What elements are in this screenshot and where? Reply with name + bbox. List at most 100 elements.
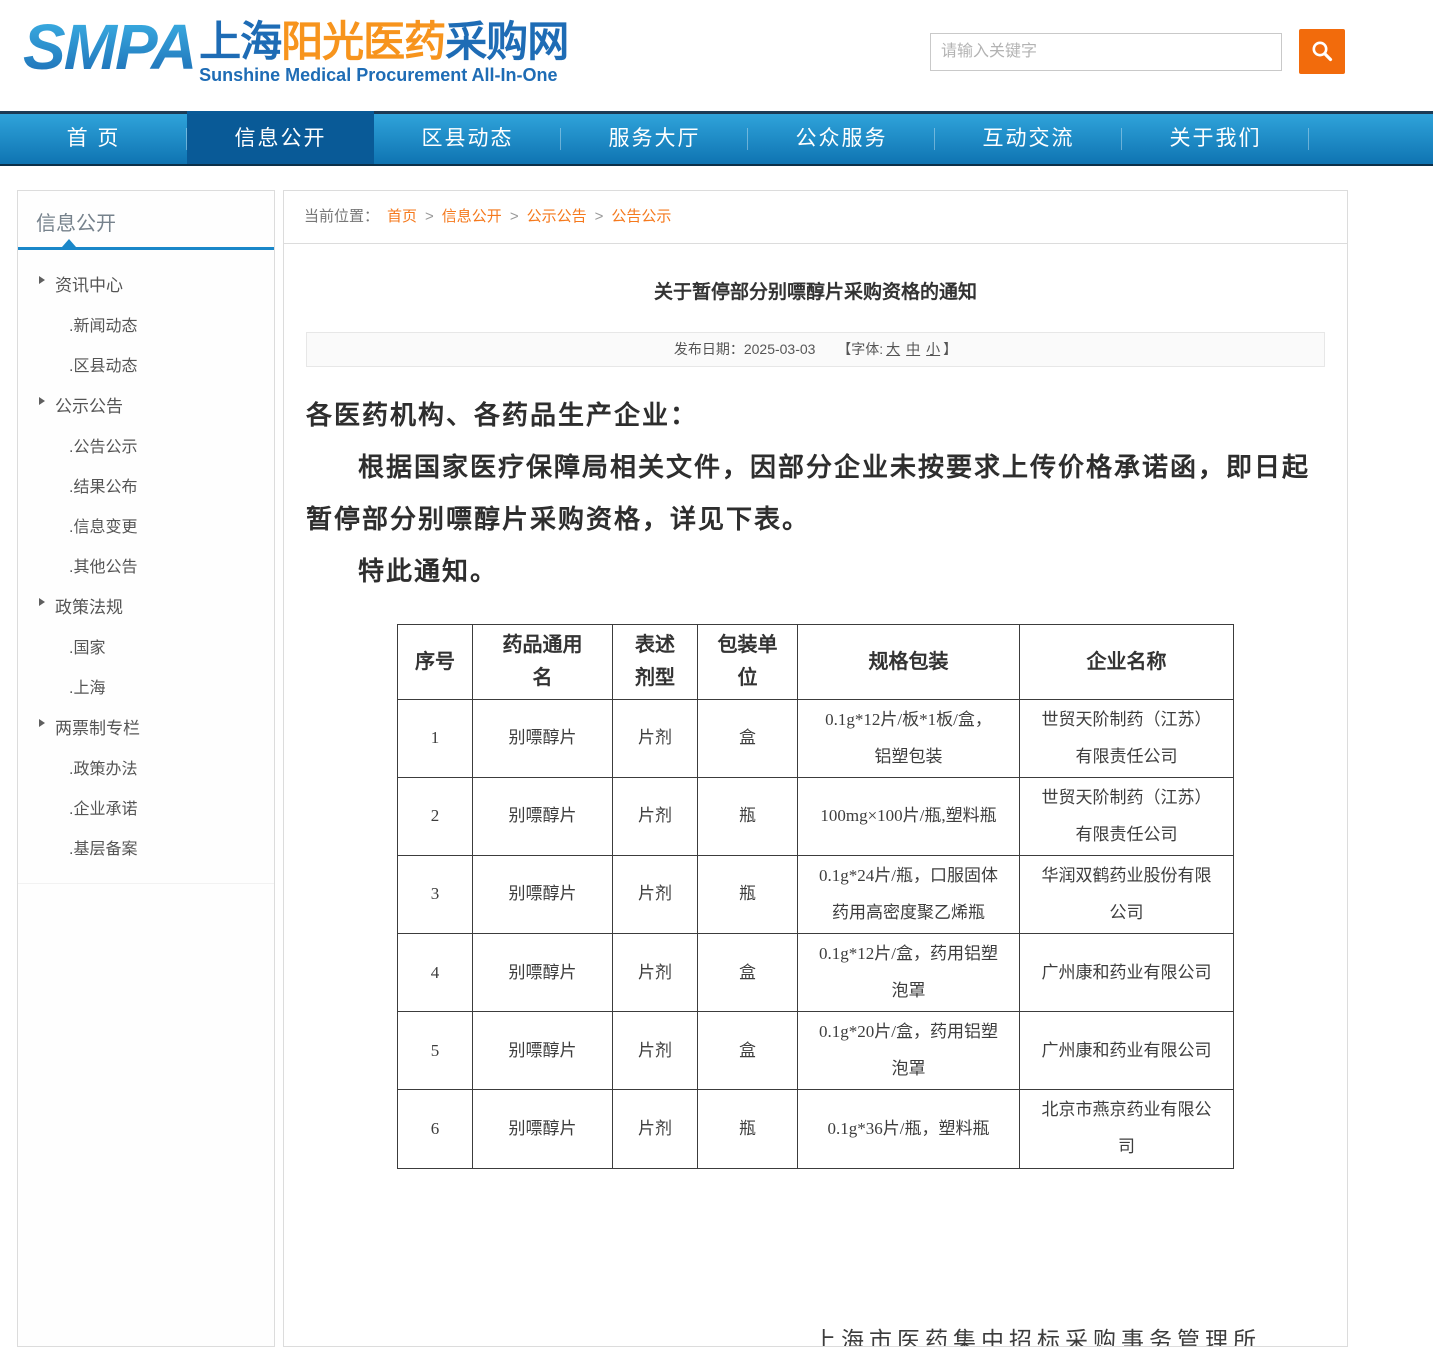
nav-tab-interaction[interactable]: 互动交流 (935, 114, 1122, 164)
table-row: 1 别嘌醇片 片剂 盒 0.1g*12片/板*1板/盒，铝塑包装 世贸天阶制药（… (398, 700, 1234, 778)
nav-tab-home[interactable]: 首 页 (0, 114, 187, 164)
breadcrumb-link-home[interactable]: 首页 (387, 208, 417, 225)
sidebar-item-shanghai[interactable]: .上海 (18, 666, 274, 706)
cell-package-unit: 瓶 (698, 778, 798, 856)
nav-tab-info-disclosure[interactable]: 信息公开 (187, 111, 374, 164)
breadcrumb-link-public-announcements[interactable]: 公示公告 (527, 208, 587, 225)
breadcrumb-separator: > (425, 208, 434, 225)
cell-drug-name: 别嘌醇片 (473, 934, 613, 1012)
search-button[interactable] (1299, 29, 1345, 74)
article-meta-bar: 发布日期：2025-03-03 【字体:大中小】 (306, 332, 1325, 367)
breadcrumb-separator: > (510, 208, 519, 225)
col-header-dosage-form: 表述剂型 (613, 625, 698, 700)
font-size-small-link[interactable]: 小 (926, 341, 940, 357)
cell-spec-package: 0.1g*12片/盒，药用铝塑泡罩 (798, 934, 1020, 1012)
sidebar-item-news-updates[interactable]: .新闻动态 (18, 304, 274, 344)
sidebar-item-other-announcements[interactable]: .其他公告 (18, 545, 274, 585)
breadcrumb-link-announcement-publicity[interactable]: 公告公示 (611, 208, 671, 225)
col-header-index: 序号 (398, 625, 473, 700)
nav-tab-service-hall[interactable]: 服务大厅 (561, 114, 748, 164)
cell-drug-name: 别嘌醇片 (473, 1012, 613, 1090)
table-row: 3 别嘌醇片 片剂 瓶 0.1g*24片/瓶，口服固体药用高密度聚乙烯瓶 华润双… (398, 856, 1234, 934)
col-header-spec-package: 规格包装 (798, 625, 1020, 700)
cell-drug-name: 别嘌醇片 (473, 700, 613, 778)
article-body: 各医药机构、各药品生产企业： 根据国家医疗保障局相关文件，因部分企业未按要求上传… (306, 389, 1325, 597)
sidebar-item-grassroots-filing[interactable]: .基层备案 (18, 827, 274, 867)
article-panel: 关于暂停部分别嘌醇片采购资格的通知 发布日期：2025-03-03 【字体:大中… (283, 243, 1348, 1347)
cell-spec-package: 0.1g*12片/板*1板/盒，铝塑包装 (798, 700, 1020, 778)
site-header: SMPA 上海阳光医药采购网 Sunshine Medical Procurem… (0, 0, 1433, 111)
cell-spec-package: 0.1g*24片/瓶，口服固体药用高密度聚乙烯瓶 (798, 856, 1020, 934)
cell-index: 4 (398, 934, 473, 1012)
sidebar-item-news-center[interactable]: 资讯中心 (18, 263, 274, 304)
cell-drug-name: 别嘌醇片 (473, 778, 613, 856)
sidebar-title: 信息公开 (18, 191, 274, 250)
cell-package-unit: 盒 (698, 934, 798, 1012)
font-size-medium-link[interactable]: 中 (906, 341, 920, 357)
font-size-large-link[interactable]: 大 (886, 341, 900, 357)
logo-chinese-title: 上海阳光医药采购网 (199, 20, 568, 64)
cell-package-unit: 盒 (698, 700, 798, 778)
cell-company: 世贸天阶制药（江苏）有限责任公司 (1020, 700, 1234, 778)
logo-english-subtitle: Sunshine Medical Procurement All-In-One (199, 65, 568, 85)
right-triangle-icon (39, 276, 45, 284)
nav-tab-about-us[interactable]: 关于我们 (1122, 114, 1309, 164)
page: SMPA 上海阳光医药采购网 Sunshine Medical Procurem… (0, 0, 1433, 1347)
sidebar-menu: 资讯中心 .新闻动态 .区县动态 公示公告 .公告公示 .结果公布 .信息变更 … (18, 250, 274, 884)
table-header-row: 序号 药品通用名 表述剂型 包装单位 规格包装 企业名称 (398, 625, 1234, 700)
sidebar-item-public-announcements[interactable]: 公示公告 (18, 384, 274, 425)
sidebar-item-policy-measures[interactable]: .政策办法 (18, 747, 274, 787)
logo-text-block: 上海阳光医药采购网 Sunshine Medical Procurement A… (199, 8, 568, 85)
breadcrumb-separator: > (595, 208, 604, 225)
cell-dosage-form: 片剂 (613, 1012, 698, 1090)
paragraph-body: 根据国家医疗保障局相关文件，因部分企业未按要求上传价格承诺函，即日起暂停部分别嘌… (306, 441, 1325, 545)
sidebar-item-national[interactable]: .国家 (18, 626, 274, 666)
cell-company: 北京市燕京药业有限公司 (1020, 1090, 1234, 1168)
cell-package-unit: 瓶 (698, 856, 798, 934)
col-header-drug-name: 药品通用名 (473, 625, 613, 700)
signature-organization: 上海市医药集中招标采购事务管理所 (813, 1321, 1261, 1347)
cell-company: 世贸天阶制药（江苏）有限责任公司 (1020, 778, 1234, 856)
main-nav: 首 页 信息公开 区县动态 服务大厅 公众服务 互动交流 关于我们 (0, 111, 1433, 166)
signature-block: 上海市医药集中招标采购事务管理所 2025年3月3日 (813, 1321, 1261, 1347)
nav-tab-district-news[interactable]: 区县动态 (374, 114, 561, 164)
table-row: 4 别嘌醇片 片剂 盒 0.1g*12片/盒，药用铝塑泡罩 广州康和药业有限公司 (398, 934, 1234, 1012)
cell-company: 广州康和药业有限公司 (1020, 934, 1234, 1012)
cell-index: 6 (398, 1090, 473, 1168)
cell-dosage-form: 片剂 (613, 856, 698, 934)
col-header-package-unit: 包装单位 (698, 625, 798, 700)
breadcrumb-link-info-disclosure[interactable]: 信息公开 (442, 208, 502, 225)
sidebar-item-policies[interactable]: 政策法规 (18, 585, 274, 626)
table-row: 6 别嘌醇片 片剂 瓶 0.1g*36片/瓶，塑料瓶 北京市燕京药业有限公司 (398, 1090, 1234, 1168)
sidebar-item-district-updates[interactable]: .区县动态 (18, 344, 274, 384)
cell-spec-package: 0.1g*20片/盒，药用铝塑泡罩 (798, 1012, 1020, 1090)
logo-smpa-text: SMPA (23, 8, 195, 86)
right-triangle-icon (39, 719, 45, 727)
sidebar-item-info-change[interactable]: .信息变更 (18, 505, 274, 545)
article-title: 关于暂停部分别嘌醇片采购资格的通知 (284, 277, 1347, 304)
cell-index: 2 (398, 778, 473, 856)
sidebar-item-enterprise-commitment[interactable]: .企业承诺 (18, 787, 274, 827)
logo-cn-part1: 上海 (199, 18, 281, 65)
nav-tab-public-service[interactable]: 公众服务 (748, 114, 935, 164)
table-row: 5 别嘌醇片 片剂 盒 0.1g*20片/盒，药用铝塑泡罩 广州康和药业有限公司 (398, 1012, 1234, 1090)
cell-package-unit: 盒 (698, 1012, 798, 1090)
cell-dosage-form: 片剂 (613, 934, 698, 1012)
font-size-label: 【字体: (837, 341, 883, 357)
cell-index: 3 (398, 856, 473, 934)
search-input[interactable] (930, 33, 1282, 71)
breadcrumb-label: 当前位置： (304, 208, 379, 225)
cell-company: 广州康和药业有限公司 (1020, 1012, 1234, 1090)
sidebar-item-two-invoice[interactable]: 两票制专栏 (18, 706, 274, 747)
cell-drug-name: 别嘌醇片 (473, 1090, 613, 1168)
publish-date: 发布日期：2025-03-03 (674, 341, 816, 357)
logo-cn-part2: 阳光医药 (281, 18, 445, 65)
right-triangle-icon (39, 397, 45, 405)
sidebar: 信息公开 资讯中心 .新闻动态 .区县动态 公示公告 .公告公示 .结果公布 .… (17, 190, 275, 1347)
sidebar-item-result-publication[interactable]: .结果公布 (18, 465, 274, 505)
cell-package-unit: 瓶 (698, 1090, 798, 1168)
sidebar-item-announcement-publicity[interactable]: .公告公示 (18, 425, 274, 465)
site-logo: SMPA 上海阳光医药采购网 Sunshine Medical Procurem… (23, 8, 568, 86)
cell-dosage-form: 片剂 (613, 700, 698, 778)
cell-dosage-form: 片剂 (613, 778, 698, 856)
